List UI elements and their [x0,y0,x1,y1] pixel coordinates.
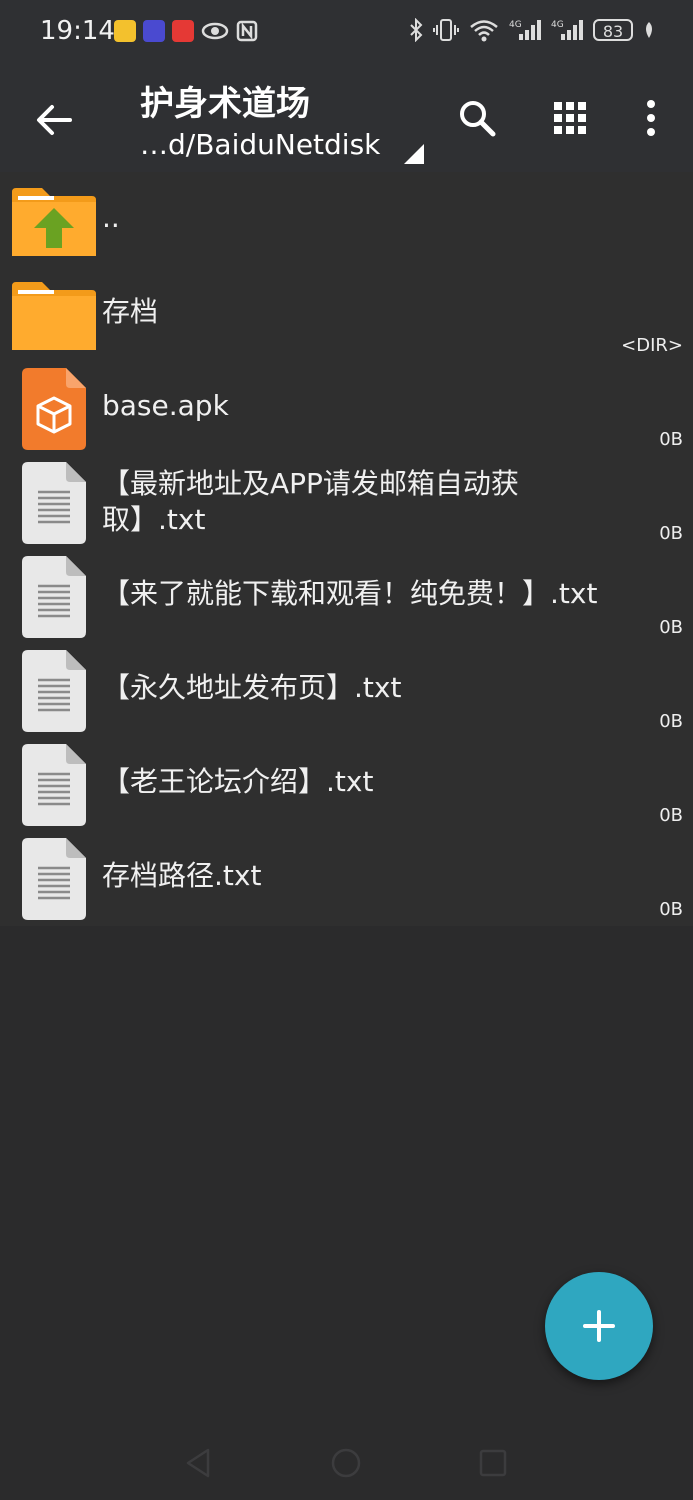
leaf-icon [646,22,652,38]
folder-icon [12,282,96,350]
file-size: 0B [659,899,683,920]
file-list: .. 存档 <DIR> base.apk 0B 【最新地址及APP请发邮箱自动获… [0,172,693,926]
file-name-line2: 取】.txt [102,503,206,536]
file-name: 【来了就能下载和观看！纯免费！】.txt [102,577,598,610]
nav-home-icon[interactable] [329,1446,363,1480]
file-size: 0B [659,617,683,638]
text-file-icon [22,556,86,638]
list-item-file[interactable]: 【来了就能下载和观看！纯免费！】.txt 0B [0,548,693,642]
text-file-icon [22,462,86,544]
page-title: 护身术道场 [140,84,310,124]
bluetooth-icon [410,18,423,42]
status-bar: 19:14 4G 4G 83 [0,0,693,66]
search-icon[interactable] [457,96,497,140]
svg-text:4G: 4G [551,20,564,30]
file-size: 0B [659,805,683,826]
list-item-file[interactable]: 【永久地址发布页】.txt 0B [0,642,693,736]
list-item-file[interactable]: 存档路径.txt 0B [0,830,693,924]
signal-4g-icon: 4G [509,20,541,40]
vibrate-icon [433,19,459,41]
file-name: 存档路径.txt [102,859,262,892]
apk-icon [22,368,86,450]
file-name: 存档 [102,295,159,328]
svg-text:4G: 4G [509,20,522,30]
signal-4g-icon: 4G [551,20,583,40]
list-item-file[interactable]: base.apk 0B [0,360,693,454]
file-size: 0B [659,711,683,732]
dropdown-triangle-icon[interactable] [404,144,424,164]
app-bar: 护身术道场 …d/BaiduNetdisk [0,66,693,172]
folder-up-icon [12,188,96,256]
path-breadcrumb[interactable]: …d/BaiduNetdisk [140,128,380,161]
system-nav-bar [0,1420,693,1500]
file-name: 【老王论坛介绍】.txt [102,765,374,798]
file-size: <DIR> [621,335,683,356]
file-name: 【永久地址发布页】.txt [102,671,402,704]
app-badge-icon [143,20,165,42]
file-name-line1: 【最新地址及APP请发邮箱自动获 [102,467,519,500]
text-file-icon [22,744,86,826]
nav-back-icon[interactable] [182,1446,216,1480]
battery-icon: 83 [593,19,633,41]
file-name: .. [102,201,120,234]
grid-view-icon[interactable] [552,96,592,140]
system-icons: 4G 4G 83 [409,18,655,42]
text-file-icon [22,650,86,732]
back-arrow-icon[interactable] [34,100,74,140]
list-item-file[interactable]: 【老王论坛介绍】.txt 0B [0,736,693,830]
file-size: 0B [659,523,683,544]
text-file-icon [22,838,86,920]
more-vert-icon[interactable] [631,96,671,140]
add-button[interactable] [545,1272,653,1380]
wifi-icon [470,20,498,42]
nav-recents-icon[interactable] [476,1446,510,1480]
status-time: 19:14 [40,16,115,46]
eye-icon [201,22,229,40]
list-item-folder[interactable]: 存档 <DIR> [0,266,693,360]
list-item-file[interactable]: 【最新地址及APP请发邮箱自动获 取】.txt 0B [0,454,693,548]
red-app-icon [172,20,194,42]
weibo-icon [114,20,136,42]
nfc-icon [236,20,258,42]
file-size: 0B [659,429,683,450]
list-item-parent-dir[interactable]: .. [0,172,693,266]
notification-icons [114,20,258,42]
plus-icon [583,1310,615,1342]
file-name: base.apk [102,389,229,422]
